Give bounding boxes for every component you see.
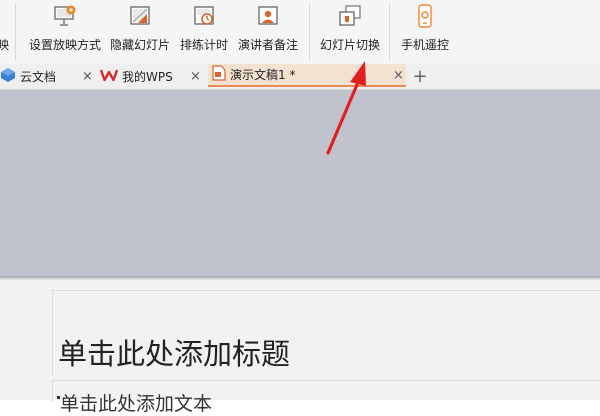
slide-transition-label: 幻灯片切换 [319, 38, 380, 52]
slide-transition-button[interactable]: 幻灯片切换 [318, 0, 382, 64]
ribbon-separator [309, 4, 310, 60]
document-tab-bar: 云文档 × 我的WPS × 演示文稿1 * × [0, 64, 600, 90]
close-icon[interactable]: × [82, 69, 93, 84]
tab-presentation-1[interactable]: 演示文稿1 * [208, 64, 406, 87]
phone-remote-icon [413, 4, 437, 28]
cloud-docs-icon [0, 67, 16, 86]
ribbon-separator [389, 4, 390, 60]
speaker-notes-icon [256, 4, 280, 28]
phone-remote-button[interactable]: 手机遥控 [398, 0, 452, 64]
rehearse-timing-button[interactable]: 排练计时 [178, 0, 230, 64]
rehearse-timing-label: 排练计时 [179, 38, 228, 52]
slide-transition-icon [338, 4, 362, 28]
partial-ribbon-button[interactable]: 映 [0, 0, 10, 64]
close-icon[interactable]: × [190, 69, 201, 84]
tab-cloud-docs[interactable]: 云文档 × [0, 64, 96, 89]
presentation-doc-icon [212, 65, 226, 84]
tab-label: 演示文稿1 * [230, 68, 296, 82]
phone-remote-label: 手机遥控 [400, 38, 449, 52]
close-icon[interactable]: × [393, 68, 404, 83]
tab-label: 我的WPS [122, 70, 173, 84]
hide-slide-button[interactable]: 隐藏幻灯片 [108, 0, 172, 64]
speaker-notes-label: 演讲者备注 [237, 38, 298, 52]
rehearse-timing-icon [192, 4, 216, 28]
setup-show-label: 设置放映方式 [28, 38, 101, 52]
ribbon-toolbar: 映 设置放映方式 隐藏幻灯片 排练计时 演讲者备注 幻灯片切换 手机遥控 [0, 0, 600, 65]
ribbon-separator [15, 4, 16, 60]
speaker-notes-button[interactable]: 演讲者备注 [236, 0, 300, 64]
title-placeholder-text: 单击此处添加标题 [58, 337, 291, 371]
new-tab-plus-icon[interactable]: + [411, 64, 429, 89]
hide-slide-icon [128, 4, 152, 28]
tab-my-wps[interactable]: 我的WPS × [99, 64, 204, 89]
setup-show-icon [53, 4, 77, 28]
slide-workspace [0, 90, 600, 276]
hide-slide-label: 隐藏幻灯片 [109, 38, 170, 52]
partial-ribbon-label: 映 [0, 38, 9, 52]
setup-show-button[interactable]: 设置放映方式 [27, 0, 103, 64]
body-placeholder-text: 单击此处添加文本 [60, 393, 213, 415]
tab-label: 云文档 [20, 70, 57, 84]
wps-logo-icon [99, 68, 119, 85]
